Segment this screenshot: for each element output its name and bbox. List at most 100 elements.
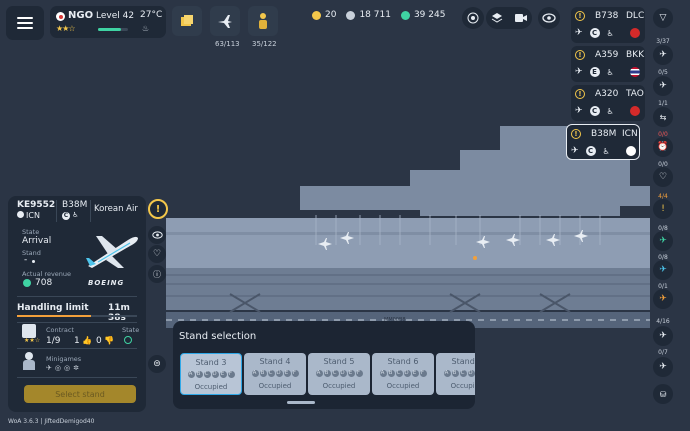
stand-state: Occupied: [386, 382, 420, 390]
departure-icon: ✈: [575, 106, 583, 116]
korea-flag-icon: [626, 146, 636, 156]
accessibility-icon: ♿: [606, 67, 614, 77]
radar-button[interactable]: [462, 7, 484, 29]
filter-button[interactable]: ▽: [653, 8, 673, 28]
manufacturer-logo: BOEING: [88, 279, 125, 287]
stand-dot: [32, 260, 35, 263]
class-e-badge: E: [589, 67, 600, 77]
flights-count: 63/113: [215, 40, 240, 48]
heart-icon: ♡: [658, 172, 668, 182]
flight-card[interactable]: ! B738 DLC ✈ C ♿: [571, 7, 645, 43]
flights-button[interactable]: [210, 6, 240, 36]
stand-card-selected[interactable]: Stand 3 ABCDEF Occupied: [180, 353, 242, 395]
stand-name: Stand 3: [195, 358, 227, 367]
arrivals-button[interactable]: ✈: [653, 76, 673, 96]
menu-button[interactable]: [6, 6, 44, 40]
stand-name: Stand 6: [387, 357, 419, 366]
flight-aircraft-type: A359: [595, 50, 619, 60]
warnings-button[interactable]: !: [653, 199, 673, 219]
stand-classes: ABCDEF: [251, 370, 299, 377]
flight-detail-panel: KE9552 ICN B38M C ♿ Korean Air State Arr…: [8, 196, 146, 412]
rail-count: 0/7: [658, 349, 668, 356]
state-value: Arrival: [22, 236, 52, 246]
pilot-icon: [22, 352, 36, 370]
flight-destination: TAO: [626, 89, 644, 99]
wind-icon: ♨: [142, 24, 150, 33]
stand-card[interactable]: Stand 6 ABCDEF Occupied: [372, 353, 434, 395]
divider: [17, 322, 137, 323]
radar-icon: [467, 12, 479, 24]
select-stand-button[interactable]: Select stand: [24, 385, 136, 403]
alarm-button[interactable]: ⏰: [653, 137, 673, 157]
gate-button[interactable]: ⇆: [653, 107, 673, 127]
stand-card[interactable]: Stand 4 ABCDEF Occupied: [244, 353, 306, 395]
stand-selection-panel: Stand selection Stand 3 ABCDEF Occupied …: [173, 321, 475, 409]
revenue-label: Actual revenue: [22, 270, 72, 278]
favorites-button[interactable]: ♡: [653, 167, 673, 187]
follow-button[interactable]: [148, 226, 166, 244]
stand-card[interactable]: Stand 7 ABCDEF Occupied: [436, 353, 475, 395]
flight-destination: BKK: [626, 50, 644, 60]
airport-info-panel[interactable]: NGO Level 42 27°C ★★☆ ♨: [50, 6, 166, 38]
favorite-button[interactable]: ♡: [148, 245, 166, 263]
aircraft-features: C ♿: [62, 211, 79, 220]
china-flag-icon: [630, 106, 640, 116]
warning-icon: !: [661, 204, 665, 214]
shop-button[interactable]: ⛁: [653, 384, 673, 404]
delayed-planes-button[interactable]: ✈: [653, 289, 673, 309]
eye-icon: [151, 231, 163, 239]
landing-icon: ✈: [659, 81, 667, 91]
contract-dislikes: 0: [96, 336, 102, 346]
visibility-button[interactable]: [538, 7, 560, 29]
warning-icon[interactable]: !: [148, 199, 168, 219]
stand-classes: ABCDEF: [379, 370, 427, 377]
version-label: WoA 3.6.3 | JiftedDemigod40: [8, 418, 95, 425]
takeoff-queue-button[interactable]: ✈: [653, 357, 673, 377]
thailand-flag-icon: [630, 67, 640, 77]
staff-count: 35/122: [252, 40, 277, 48]
scroll-handle[interactable]: [287, 401, 315, 404]
arriving-planes-button[interactable]: ✈: [653, 260, 673, 280]
accessibility-icon: ♿: [602, 146, 610, 156]
arrival-icon: ✈: [571, 146, 579, 156]
flight-card[interactable]: ! A320 TAO ✈ C ♿: [571, 85, 645, 121]
alarm-clock-icon: ⏰: [657, 142, 669, 152]
header-divider: [56, 200, 57, 222]
contracts-button[interactable]: [172, 6, 202, 36]
contract-document-icon: [22, 324, 36, 338]
contract-value: 1/9: [46, 336, 61, 346]
minigames-label: Minigames: [46, 355, 82, 363]
header-divider: [90, 200, 91, 222]
info-button[interactable]: ⓘ: [148, 265, 166, 283]
stand-name: Stand 5: [323, 357, 355, 366]
gamepad-button[interactable]: ⊜: [148, 355, 166, 373]
gamepad-icon: ⊜: [153, 359, 161, 369]
staff-button[interactable]: [248, 6, 278, 36]
stand-state: Occupied: [322, 382, 356, 390]
stand-card[interactable]: Stand 5 ABCDEF Occupied: [308, 353, 370, 395]
info-icon: ⓘ: [153, 269, 161, 279]
temperature: 27°C: [140, 10, 163, 20]
gate-icon: ⇆: [659, 112, 667, 122]
camera-button[interactable]: [510, 7, 532, 29]
stand-classes: ABCDEF: [315, 370, 363, 377]
contract-state-label: State: [122, 326, 140, 334]
thumbs-down-icon: 👎: [104, 336, 114, 345]
departures-button[interactable]: ✈: [653, 45, 673, 65]
china-flag-icon: [630, 28, 640, 38]
flight-destination: DLC: [626, 11, 645, 21]
flight-card-selected[interactable]: ! B38M ICN ✈ C ♿: [566, 124, 640, 160]
airline-name: Korean Air: [94, 204, 138, 214]
stand-state: Occupied: [194, 383, 228, 391]
currency-bar: 20 18 711 39 245: [312, 8, 445, 22]
flight-aircraft-type: A320: [595, 89, 619, 99]
eye-icon: [542, 13, 556, 23]
layers-button[interactable]: [486, 7, 508, 29]
coin-icon: [312, 10, 321, 20]
money-value: 18 711: [359, 10, 391, 20]
flight-card[interactable]: ! A359 BKK ✈ E ♿: [571, 46, 645, 82]
departing-planes-button[interactable]: ✈: [653, 231, 673, 251]
handling-limit-bar: [17, 315, 137, 317]
aircraft-image: [86, 236, 138, 268]
landing-queue-button[interactable]: ✈: [653, 326, 673, 346]
